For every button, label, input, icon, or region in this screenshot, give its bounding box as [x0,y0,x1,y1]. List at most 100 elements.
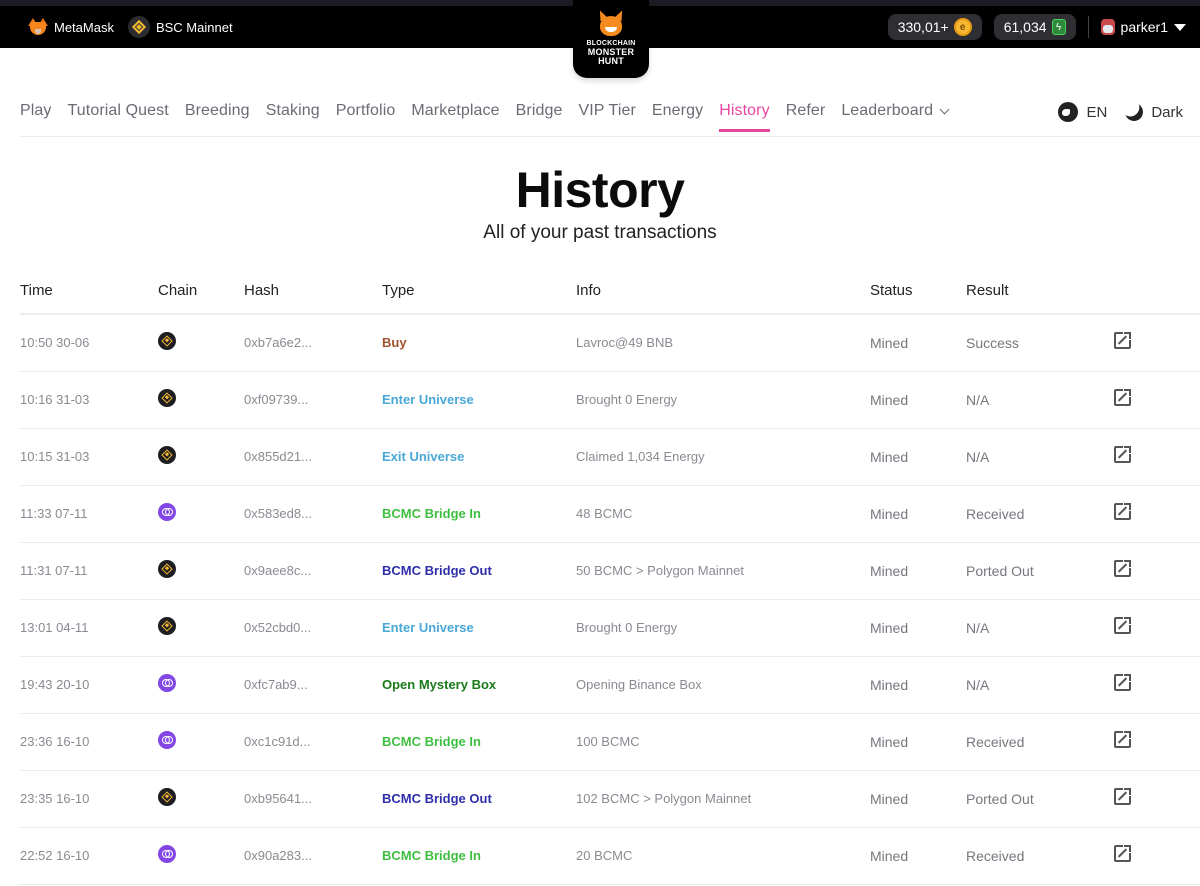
time-cell: 11:31 07-11 [20,542,158,600]
chain-cell [158,713,244,771]
language-selector[interactable]: EN [1058,102,1107,122]
network-button[interactable]: BSC Mainnet [127,16,233,38]
result-cell: Received [966,827,1110,885]
link-cell [1110,371,1200,429]
nav-item-breeding[interactable]: Breeding [185,102,250,132]
bnb-chain-icon [158,559,176,578]
info-cell: Claimed 1,034 Energy [576,428,870,486]
link-cell [1110,542,1200,600]
type-cell: Buy [382,314,576,372]
nav-item-bridge[interactable]: Bridge [516,102,563,132]
hash-cell: 0x855d21... [244,428,382,486]
chain-cell [158,542,244,600]
table-row: 19:43 20-10 0xfc7ab9... Open Mystery Box Op… [20,656,1200,714]
external-link-icon[interactable] [1114,787,1132,805]
bnb-chain-icon [158,331,176,350]
external-link-icon[interactable] [1114,844,1132,862]
nav-item-label: Refer [785,102,826,119]
nav-item-label: Play [20,102,52,119]
moon-icon [1123,100,1146,123]
external-link-icon[interactable] [1114,673,1132,691]
info-cell: Opening Binance Box [576,656,870,714]
nav-item-play[interactable]: Play [20,102,52,132]
info-cell: 100 BCMC [576,713,870,771]
nav-item-staking[interactable]: Staking [266,102,320,132]
network-label: BSC Mainnet [155,19,233,35]
time-cell: 11:33 07-11 [20,485,158,543]
chain-cell [158,827,244,885]
status-cell: Mined [870,542,966,600]
nav-item-refer[interactable]: Refer [786,102,826,132]
bnb-chain-icon [158,616,176,635]
header-time: Time [20,268,158,315]
table-row: 10:16 31-03 0xf09739... Enter Universe Brou… [20,371,1200,429]
bnb-chain-icon [158,388,176,407]
chain-cell [158,770,244,828]
wallet-label: MetaMask [54,19,114,35]
nav-item-label: History [719,102,770,119]
external-link-icon[interactable] [1114,331,1132,350]
header-chain: Chain [158,268,244,315]
nav-item-history[interactable]: History [719,102,770,132]
bcmc-balance[interactable]: 330,01+ e [887,14,982,40]
nav-item-tutorial-quest[interactable]: Tutorial Quest [68,102,169,132]
external-link-icon[interactable] [1114,388,1132,406]
time-cell: 13:01 04-11 [20,599,158,657]
nav-item-label: Marketplace [411,102,500,119]
nav-item-label: Leaderboard [841,102,934,119]
hash-cell: 0x583ed8... [244,485,382,543]
result-cell: Received [966,485,1110,543]
external-link-icon[interactable] [1114,559,1132,577]
energy-balance-value: 61,034 [1003,19,1047,35]
time-cell: 10:50 30-06 [20,314,158,372]
monster-logo-icon [594,8,628,38]
link-cell [1110,770,1200,828]
type-label: BCMC Bridge In [382,506,481,521]
user-menu[interactable]: parker1 [1100,19,1186,35]
username: parker1 [1120,19,1168,35]
game-logo[interactable]: BLOCKCHAIN MONSTER HUNT [573,0,649,78]
external-link-icon[interactable] [1114,502,1132,520]
polygon-chain-icon [158,673,176,692]
energy-icon: ϟ [1051,19,1066,35]
external-link-icon[interactable] [1114,616,1132,634]
top-bar: MetaMask BSC Mainnet BLOCKCHAIN MONSTER … [0,0,1200,78]
external-link-icon[interactable] [1114,730,1132,748]
info-cell: 20 BCMC [576,827,870,885]
chain-cell [158,485,244,543]
link-cell [1110,656,1200,714]
page-title: History [515,162,685,218]
type-label: BCMC Bridge Out [382,563,492,578]
time-cell: 23:35 16-10 [20,770,158,828]
header-result: Result [966,268,1110,315]
result-cell: Ported Out [966,542,1110,600]
link-cell [1110,485,1200,543]
nav-item-marketplace[interactable]: Marketplace [411,102,499,132]
result-cell: N/A [966,428,1110,486]
table-row: 11:33 07-11 0x583ed8... BCMC Bridge In 48 B… [20,485,1200,543]
polygon-chain-icon [158,502,176,521]
external-link-icon[interactable] [1114,445,1132,463]
nav-item-leaderboard[interactable]: Leaderboard [841,102,950,132]
type-cell: BCMC Bridge In [382,713,576,771]
nav-item-portfolio[interactable]: Portfolio [336,102,396,132]
hash-cell: 0x9aee8c... [244,542,382,600]
time-cell: 10:15 31-03 [20,428,158,486]
theme-toggle[interactable]: Dark [1125,103,1183,121]
status-cell: Mined [870,485,966,543]
hash-cell: 0xb7a6e2... [244,314,382,372]
energy-balance[interactable]: 61,034 ϟ [993,14,1076,40]
time-cell: 23:36 16-10 [20,713,158,771]
status-cell: Mined [870,371,966,429]
nav-item-energy[interactable]: Energy [652,102,703,132]
header-info: Info [576,268,870,315]
status-cell: Mined [870,599,966,657]
link-cell [1110,713,1200,771]
bcmc-balance-value: 330,01+ [897,19,949,35]
nav-item-vip-tier[interactable]: VIP Tier [578,102,635,132]
type-cell: Open Mystery Box [382,656,576,714]
wallet-button[interactable]: MetaMask [28,18,114,36]
info-cell: 102 BCMC > Polygon Mainnet [576,770,870,828]
divider [1087,16,1089,38]
nav-item-label: Bridge [515,102,563,119]
